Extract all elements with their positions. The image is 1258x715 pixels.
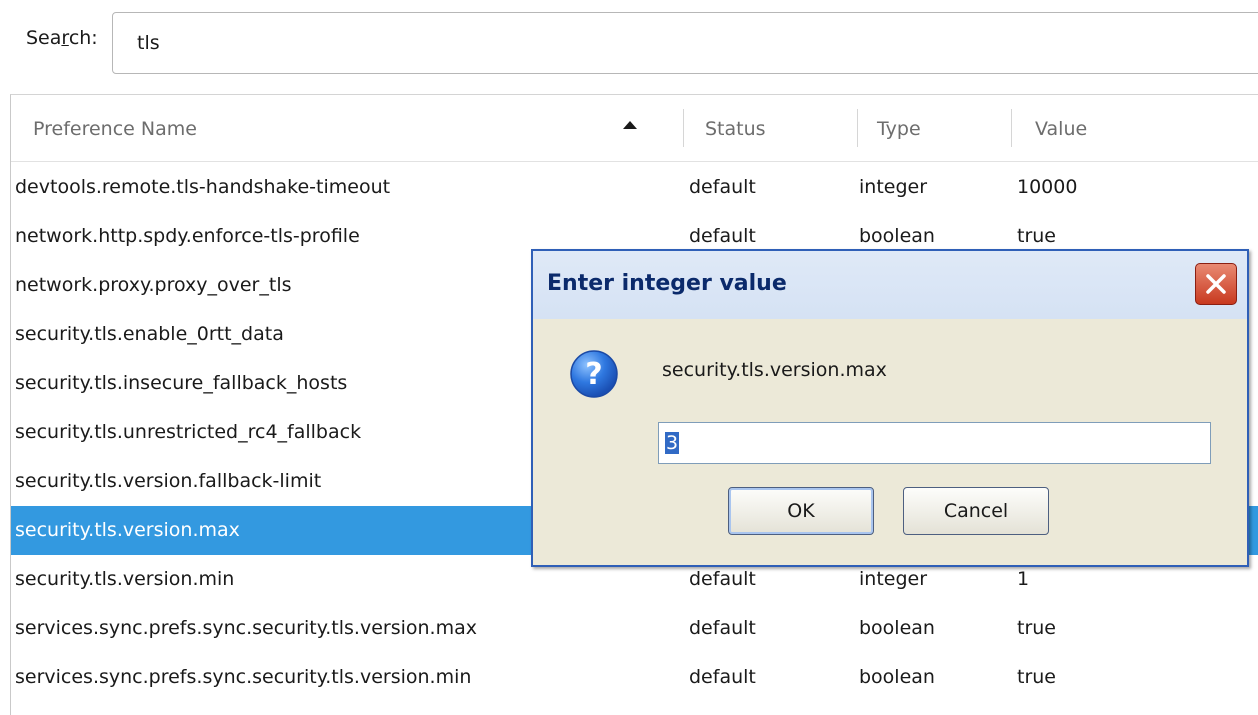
pref-type-cell: integer bbox=[859, 176, 928, 198]
pref-value-cell: true bbox=[1017, 617, 1056, 639]
enter-integer-dialog: Enter integer value ? security.tls.versi… bbox=[531, 249, 1249, 567]
column-header-value[interactable]: Value bbox=[1035, 95, 1087, 161]
pref-value-cell: 10000 bbox=[1017, 176, 1078, 198]
close-button[interactable] bbox=[1195, 263, 1237, 305]
pref-name-cell: devtools.remote.tls-handshake-timeout bbox=[15, 176, 391, 198]
pref-value-cell: true bbox=[1017, 666, 1056, 688]
column-separator[interactable] bbox=[857, 109, 858, 147]
pref-name-cell: services.sync.prefs.sync.security.tls.ve… bbox=[15, 666, 472, 688]
dialog-body: ? security.tls.version.max 3 OK Cancel bbox=[533, 319, 1247, 565]
column-separator[interactable] bbox=[683, 109, 684, 147]
column-header-status[interactable]: Status bbox=[705, 95, 766, 161]
cancel-button[interactable]: Cancel bbox=[903, 487, 1049, 535]
pref-name-cell: security.tls.version.max bbox=[15, 519, 240, 541]
column-header-preference-name[interactable]: Preference Name bbox=[33, 95, 197, 161]
dialog-pref-name: security.tls.version.max bbox=[662, 359, 887, 381]
table-row[interactable]: devtools.remote.tls-handshake-timeout de… bbox=[11, 163, 1258, 212]
pref-name-cell: security.tls.version.min bbox=[15, 568, 235, 590]
table-row[interactable]: services.sync.prefs.sync.security.tls.ve… bbox=[11, 653, 1258, 702]
pref-name-cell: services.sync.prefs.sync.security.tls.ve… bbox=[15, 617, 477, 639]
pref-name-cell: security.tls.insecure_fallback_hosts bbox=[15, 372, 348, 394]
sort-ascending-icon bbox=[623, 121, 637, 129]
pref-type-cell: boolean bbox=[859, 617, 935, 639]
search-input[interactable]: tls bbox=[112, 12, 1258, 74]
column-header-type[interactable]: Type bbox=[877, 95, 921, 161]
pref-status-cell: default bbox=[689, 617, 756, 639]
dialog-titlebar[interactable]: Enter integer value bbox=[533, 251, 1247, 319]
search-label: Search: bbox=[26, 27, 98, 49]
tree-header: Preference Name Status Type Value bbox=[11, 95, 1258, 162]
svg-text:?: ? bbox=[585, 357, 602, 392]
column-separator[interactable] bbox=[1011, 109, 1012, 147]
table-row[interactable]: services.sync.prefs.sync.security.tls.ve… bbox=[11, 604, 1258, 653]
pref-name-cell: security.tls.enable_0rtt_data bbox=[15, 323, 284, 345]
pref-name-cell: security.tls.unrestricted_rc4_fallback bbox=[15, 421, 362, 443]
pref-name-cell: network.proxy.proxy_over_tls bbox=[15, 274, 292, 296]
selected-text: 3 bbox=[665, 432, 680, 454]
question-icon: ? bbox=[570, 350, 618, 398]
pref-name-cell: network.http.spdy.enforce-tls-profile bbox=[15, 225, 360, 247]
pref-name-cell: security.tls.version.fallback-limit bbox=[15, 470, 322, 492]
close-icon bbox=[1206, 274, 1226, 294]
pref-status-cell: default bbox=[689, 176, 756, 198]
integer-value-input[interactable]: 3 bbox=[658, 422, 1211, 464]
pref-status-cell: default bbox=[689, 666, 756, 688]
ok-button[interactable]: OK bbox=[728, 487, 874, 535]
pref-type-cell: boolean bbox=[859, 666, 935, 688]
dialog-title: Enter integer value bbox=[547, 271, 787, 296]
